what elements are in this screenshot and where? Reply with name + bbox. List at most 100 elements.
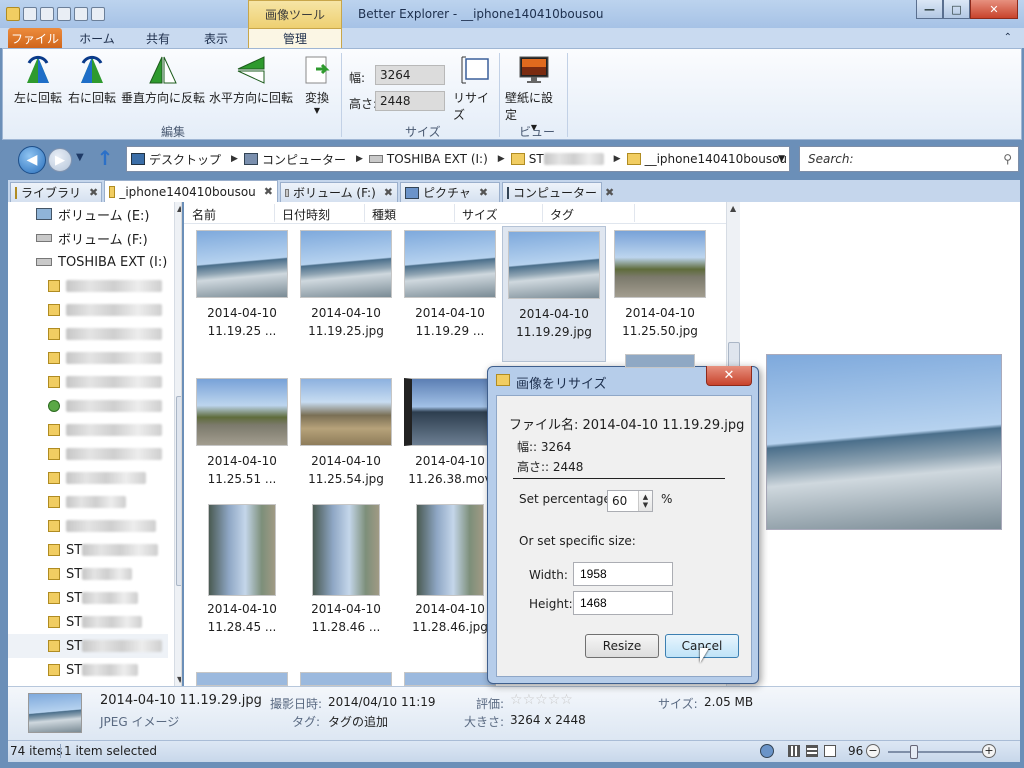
close-tab-icon[interactable]: ✖: [384, 186, 393, 199]
back-button[interactable]: ◀: [18, 146, 46, 174]
file-item[interactable]: 2014-04-10 11.28.46 ...: [294, 500, 398, 636]
height-input[interactable]: [573, 591, 673, 615]
flip-horizontal-button[interactable]: 水平方向に回転: [209, 53, 293, 106]
column-header-size[interactable]: サイズ: [462, 206, 498, 223]
nav-item-volume-f[interactable]: ボリューム (F:): [36, 226, 181, 250]
minimize-button[interactable]: —: [916, 0, 943, 19]
forward-button[interactable]: ▶: [48, 148, 72, 172]
close-tab-icon[interactable]: ✖: [89, 186, 98, 199]
tiles-view-icon[interactable]: [824, 745, 836, 757]
nav-folder-st-selected[interactable]: ST: [8, 634, 168, 658]
close-tab-icon[interactable]: ✖: [479, 186, 488, 199]
file-item[interactable]: 2014-04-10 11.19.29 ...: [398, 226, 502, 340]
image-thumbnail-partial[interactable]: [300, 672, 392, 686]
nav-folder-st[interactable]: ST: [48, 586, 181, 610]
nav-folder-special[interactable]: [48, 394, 181, 418]
file-item[interactable]: 2014-04-10 11.25.51 ...: [190, 374, 294, 488]
tab-share[interactable]: 共有: [134, 28, 182, 48]
nav-item-toshiba[interactable]: TOSHIBA EXT (I:): [36, 250, 181, 274]
nav-folder[interactable]: [48, 442, 181, 466]
column-separator[interactable]: [542, 204, 543, 222]
file-item[interactable]: 2014-04-10 11.25.54.jpg: [294, 374, 398, 488]
star-icon[interactable]: ☆: [510, 692, 523, 708]
tags-value[interactable]: タグの追加: [328, 713, 388, 730]
rating-stars[interactable]: ☆☆☆☆☆: [510, 692, 573, 708]
chevron-up-icon[interactable]: ⌃: [1004, 32, 1012, 43]
nav-folder[interactable]: [48, 490, 181, 514]
date-taken-value[interactable]: 2014/04/10 11:19: [328, 695, 436, 709]
maximize-button[interactable]: □: [943, 0, 970, 19]
image-thumbnail-partial[interactable]: [196, 672, 288, 686]
rotate-left-button[interactable]: 左に回転: [13, 53, 63, 106]
column-separator[interactable]: [364, 204, 365, 222]
dialog-close-button[interactable]: ✕: [706, 366, 752, 386]
image-thumbnail-partial[interactable]: [625, 354, 695, 368]
nav-folder[interactable]: [48, 274, 181, 298]
column-header-date[interactable]: 日付時刻: [282, 206, 330, 223]
tab-manage[interactable]: 管理: [248, 28, 342, 48]
tab-computer[interactable]: コンピューター ✖: [502, 182, 614, 202]
nav-folder-st[interactable]: ST: [48, 658, 181, 682]
tab-iphone-folder[interactable]: _iphone140410bousou ✖: [104, 180, 278, 202]
breadcrumb-drive[interactable]: TOSHIBA EXT (I:): [368, 152, 488, 166]
tab-view[interactable]: 表示: [192, 28, 240, 48]
rename-icon[interactable]: [74, 7, 88, 21]
computer-icon[interactable]: [91, 7, 105, 21]
scroll-down-icon[interactable]: ▼: [177, 675, 181, 684]
star-icon[interactable]: ☆: [535, 692, 548, 708]
history-dropdown[interactable]: ▼: [76, 152, 84, 163]
nav-folder[interactable]: [48, 370, 181, 394]
breadcrumb-st[interactable]: ST: [510, 152, 604, 166]
breadcrumb-desktop[interactable]: デスクトップ: [131, 151, 221, 168]
rotate-right-button[interactable]: 右に回転: [67, 53, 117, 106]
tab-file[interactable]: ファイル: [8, 28, 62, 48]
nav-folder[interactable]: [48, 298, 181, 322]
nav-folder-st[interactable]: ST: [48, 610, 181, 634]
percentage-value[interactable]: 60: [612, 494, 627, 508]
scroll-up-icon[interactable]: ▲: [177, 204, 181, 213]
star-icon[interactable]: ☆: [548, 692, 561, 708]
column-header-name[interactable]: 名前: [192, 206, 216, 223]
breadcrumb-computer[interactable]: コンピューター: [243, 151, 346, 168]
delete-icon[interactable]: [57, 7, 71, 21]
close-button[interactable]: ✕: [970, 0, 1018, 19]
chevron-right-icon[interactable]: ▶: [356, 154, 363, 164]
scrollbar-thumb[interactable]: [176, 396, 181, 586]
column-separator[interactable]: [634, 204, 635, 222]
properties-icon[interactable]: [23, 7, 37, 21]
resize-confirm-button[interactable]: Resize: [585, 634, 659, 658]
copy-icon[interactable]: [40, 7, 54, 21]
chevron-right-icon[interactable]: ▶: [614, 154, 621, 164]
nav-folder[interactable]: [48, 514, 181, 538]
list-view-icon[interactable]: [806, 745, 818, 757]
tab-library[interactable]: ライブラリ ✖: [10, 182, 102, 202]
nav-folder-st[interactable]: ST: [48, 562, 181, 586]
search-icon[interactable]: ⚲: [1003, 152, 1012, 166]
percentage-stepper[interactable]: 60 ▲ ▼: [607, 490, 653, 512]
chevron-right-icon[interactable]: ▶: [498, 154, 505, 164]
stepper-down-icon[interactable]: ▼: [643, 501, 648, 509]
zoom-in-icon[interactable]: +: [982, 744, 996, 758]
column-separator[interactable]: [274, 204, 275, 222]
zoom-out-icon[interactable]: −: [866, 744, 880, 758]
file-item[interactable]: 2014-04-10 11.19.25 ...: [190, 226, 294, 340]
star-icon[interactable]: ☆: [523, 692, 536, 708]
tab-home[interactable]: ホーム: [72, 28, 122, 48]
column-header-tag[interactable]: タグ: [550, 206, 574, 223]
close-tab-icon[interactable]: ✖: [264, 185, 273, 198]
details-view-icon[interactable]: [788, 745, 800, 757]
zoom-slider[interactable]: [888, 745, 988, 759]
search-input[interactable]: Search: ⚲: [799, 146, 1019, 172]
nav-folder-st[interactable]: ST: [48, 538, 181, 562]
file-item[interactable]: 2014-04-10 11.28.45 ...: [190, 500, 294, 636]
star-icon[interactable]: ☆: [560, 692, 573, 708]
flip-vertical-button[interactable]: 垂直方向に反転: [121, 53, 205, 106]
tab-volume-f[interactable]: ボリューム (F:) ✖: [280, 182, 398, 202]
breadcrumb-current[interactable]: __iphone140410bousou: [626, 152, 787, 166]
file-item-selected[interactable]: 2014-04-10 11.19.29.jpg: [502, 226, 606, 362]
zoom-slider-thumb[interactable]: [910, 745, 918, 759]
width-input[interactable]: [573, 562, 673, 586]
address-dropdown-icon[interactable]: ▼: [778, 154, 785, 164]
globe-icon[interactable]: [760, 744, 774, 758]
nav-scrollbar[interactable]: ▲ ▼: [174, 202, 181, 686]
